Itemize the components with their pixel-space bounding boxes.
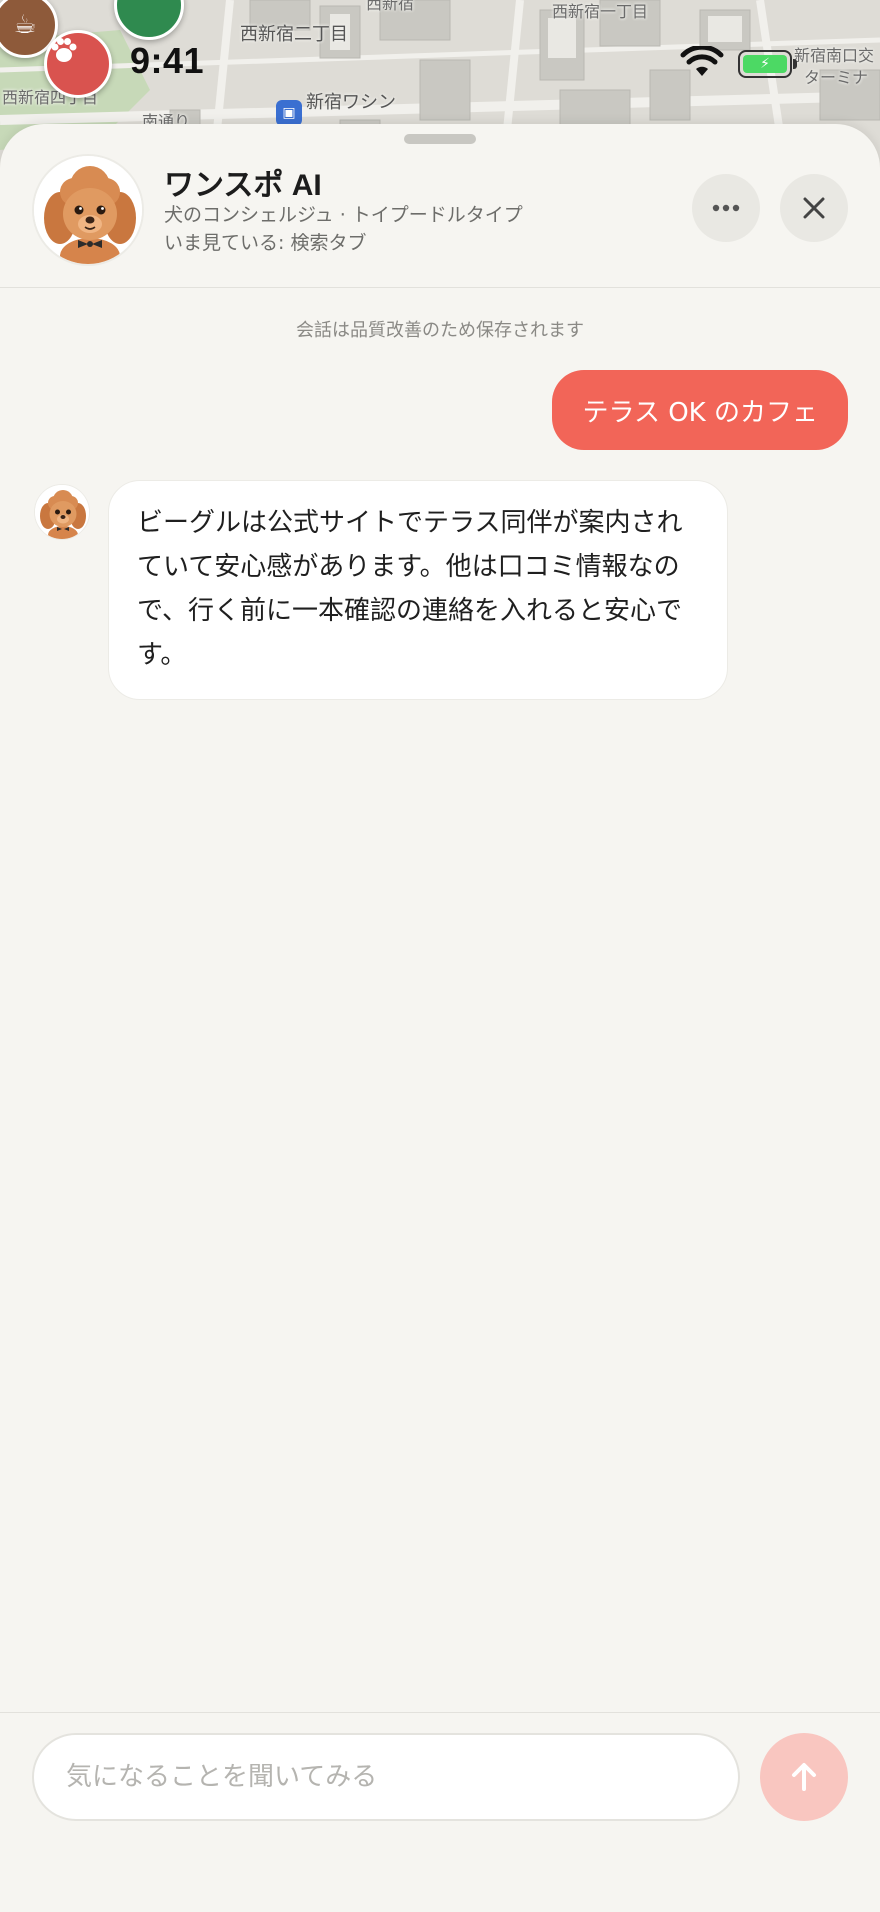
map-label-nishishinjuku: 西新宿 bbox=[366, 0, 415, 13]
send-button[interactable] bbox=[760, 1733, 848, 1821]
close-button[interactable] bbox=[780, 174, 848, 242]
battery-icon: ⚡ bbox=[738, 50, 797, 78]
paw-icon bbox=[51, 38, 77, 62]
status-time: 9:41 bbox=[130, 40, 205, 81]
paw-pin[interactable] bbox=[44, 30, 112, 98]
user-message-bubble: テラス OK のカフェ bbox=[552, 370, 848, 450]
arrow-up-icon bbox=[792, 1763, 816, 1791]
map-label-washington: 新宿ワシン bbox=[306, 92, 396, 113]
coffee-cup-icon: ☕ bbox=[13, 10, 37, 40]
chat-sheet: ワンスポ AI 犬のコンシェルジュ · トイプードルタイプ いま見ている: 検索… bbox=[0, 124, 880, 1912]
map-label-shinjuku-south: 新宿南口交 bbox=[794, 46, 875, 65]
battery-charging-icon: ⚡ bbox=[743, 55, 787, 73]
map-label-nishishinjuku-2: 西新宿二丁目 bbox=[240, 24, 348, 45]
current-context: いま見ている: 検索タブ bbox=[164, 232, 367, 254]
more-options-button[interactable] bbox=[692, 174, 760, 242]
save-notice: 会話は品質改善のため保存されます bbox=[296, 320, 584, 341]
chat-header: ワンスポ AI 犬のコンシェルジュ · トイプードルタイプ いま見ている: 検索… bbox=[0, 124, 880, 288]
leaf-icon bbox=[117, 0, 147, 3]
assistant-name: ワンスポ AI bbox=[164, 169, 322, 202]
poodle-avatar-icon bbox=[35, 485, 89, 539]
poodle-avatar-icon bbox=[34, 156, 142, 264]
message-input[interactable] bbox=[32, 1733, 740, 1821]
assistant-message-bubble: ビーグルは公式サイトでテラス同伴が案内されていて安心感があります。他は口コミ情報… bbox=[108, 480, 728, 700]
bus-stop-icon[interactable]: ▣ bbox=[276, 100, 302, 126]
close-icon bbox=[803, 197, 825, 219]
message-composer bbox=[0, 1712, 880, 1912]
ellipsis-icon bbox=[712, 204, 740, 212]
map-label-nishishinjuku-1: 西新宿一丁目 bbox=[552, 2, 649, 21]
assistant-avatar bbox=[32, 154, 144, 266]
map-label-terminal: ターミナ bbox=[804, 68, 869, 87]
assistant-message-avatar bbox=[34, 484, 90, 540]
wifi-icon bbox=[680, 46, 724, 76]
assistant-subtitle: 犬のコンシェルジュ · トイプードルタイプ bbox=[164, 204, 523, 226]
